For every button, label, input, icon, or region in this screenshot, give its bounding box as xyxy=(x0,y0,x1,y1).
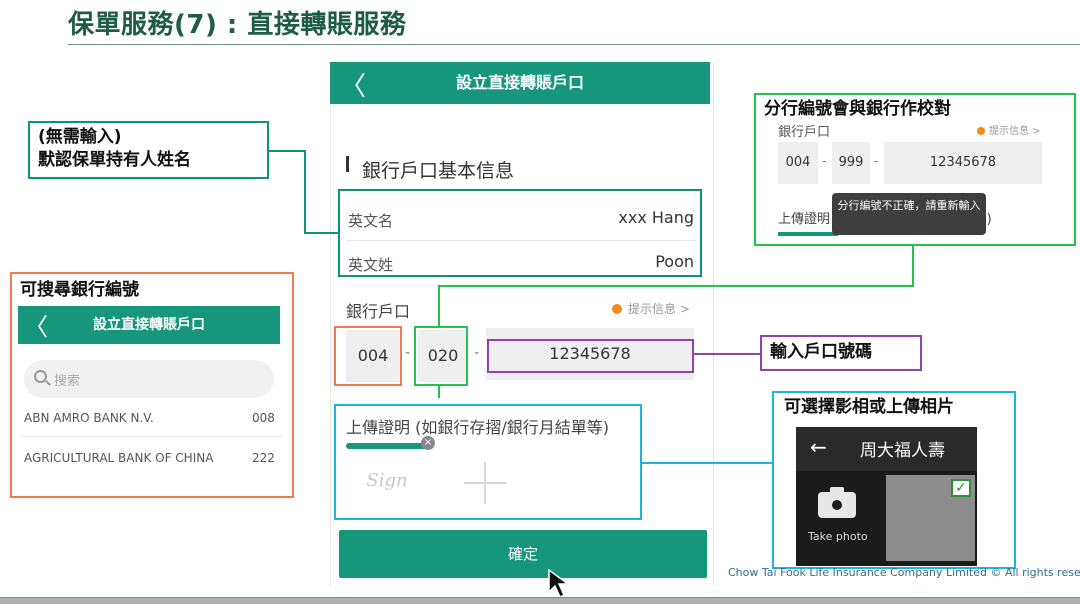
code-separator: - xyxy=(874,154,879,168)
page-title: 保單服務(7) : 直接轉賬服務 xyxy=(68,10,407,40)
callout-connector xyxy=(304,232,339,234)
branch-panel-bank-code[interactable]: 004 xyxy=(778,142,818,184)
callout-connector xyxy=(438,285,440,327)
search-panel-header-title: 設立直接轉賬戶口 xyxy=(93,317,205,333)
search-panel-header: 〈 設立直接轉賬戶口 xyxy=(18,306,280,344)
bank-account-label: 銀行戶口 xyxy=(346,302,411,321)
callout-connector xyxy=(912,245,914,287)
photo-picker-header: ← 周大福人壽 xyxy=(796,427,977,471)
default-name-callout-line2: 默認保單持有人姓名 xyxy=(38,150,191,170)
name-fields-highlight xyxy=(338,189,702,277)
info-dot-icon xyxy=(612,304,622,314)
code-separator: - xyxy=(405,345,411,361)
copyright-text: Chow Tai Fook Life Insurance Company Lim… xyxy=(728,566,1080,579)
callout-connector xyxy=(269,150,305,152)
list-divider xyxy=(20,436,282,437)
photo-upload-callout-title: 可選擇影相或上傳相片 xyxy=(784,397,954,417)
default-name-callout-line1: (無需輸入) xyxy=(38,127,122,147)
bank-list-item-name[interactable]: ABN AMRO BANK N.V. xyxy=(24,411,154,425)
bank-list-item-name[interactable]: AGRICULTURAL BANK OF CHINA xyxy=(24,451,213,465)
back-arrow-icon[interactable]: ← xyxy=(810,435,827,459)
phone-header-title: 設立直接轉賬戶口 xyxy=(455,73,584,92)
mouse-cursor-icon xyxy=(548,568,571,599)
callout-connector xyxy=(304,150,306,234)
callout-connector xyxy=(694,353,760,355)
account-number-highlight xyxy=(487,339,694,373)
branch-panel-account-number[interactable]: 12345678 xyxy=(884,142,1042,184)
search-icon xyxy=(34,370,47,383)
bank-list-item-code: 222 xyxy=(252,451,275,465)
branch-check-callout-title: 分行編號會與銀行作校對 xyxy=(764,99,951,119)
callout-connector xyxy=(438,384,440,398)
title-rule xyxy=(68,44,1080,45)
code-separator: - xyxy=(822,154,827,168)
search-placeholder: 搜索 xyxy=(54,374,81,389)
branch-code-highlight xyxy=(414,326,468,386)
confirm-button[interactable]: 確定 xyxy=(339,530,707,578)
info-dot-icon xyxy=(977,127,985,135)
branch-panel-hint-text: 提示信息 > xyxy=(989,126,1041,137)
section-marker xyxy=(346,156,349,172)
hint-text: 提示信息 > xyxy=(628,302,690,316)
branch-panel-branch-code[interactable]: 999 xyxy=(832,142,870,184)
branch-error-tooltip: 分行編號不正確，請重新輸入 xyxy=(832,193,986,235)
hint-link[interactable]: 提示信息 > xyxy=(612,300,690,317)
branch-panel-upload-bar xyxy=(778,232,838,236)
bank-list-item-code: 008 xyxy=(252,411,275,425)
section-title: 銀行戶口基本信息 xyxy=(362,160,515,182)
callout-connector xyxy=(438,285,914,287)
photo-picker-app-name: 周大福人壽 xyxy=(860,441,945,461)
bank-code-highlight xyxy=(334,326,402,386)
checkbox-checked-icon[interactable]: ✓ xyxy=(951,479,971,497)
code-separator: - xyxy=(474,345,480,361)
enter-account-callout-text: 輸入戶口號碼 xyxy=(770,342,872,362)
callout-connector xyxy=(642,462,772,464)
camera-icon[interactable] xyxy=(818,486,856,518)
footer-bar xyxy=(0,597,1080,604)
search-bank-callout-title: 可搜尋銀行編號 xyxy=(20,280,139,300)
take-photo-label[interactable]: Take photo xyxy=(808,530,868,543)
branch-panel-hint[interactable]: 提示信息 > xyxy=(977,122,1041,137)
branch-panel-bank-label: 銀行戶口 xyxy=(778,125,831,140)
phone-header: 〈 設立直接轉賬戶口 xyxy=(330,62,710,104)
bank-search-input[interactable]: 搜索 xyxy=(24,360,274,398)
upload-highlight xyxy=(334,404,642,520)
